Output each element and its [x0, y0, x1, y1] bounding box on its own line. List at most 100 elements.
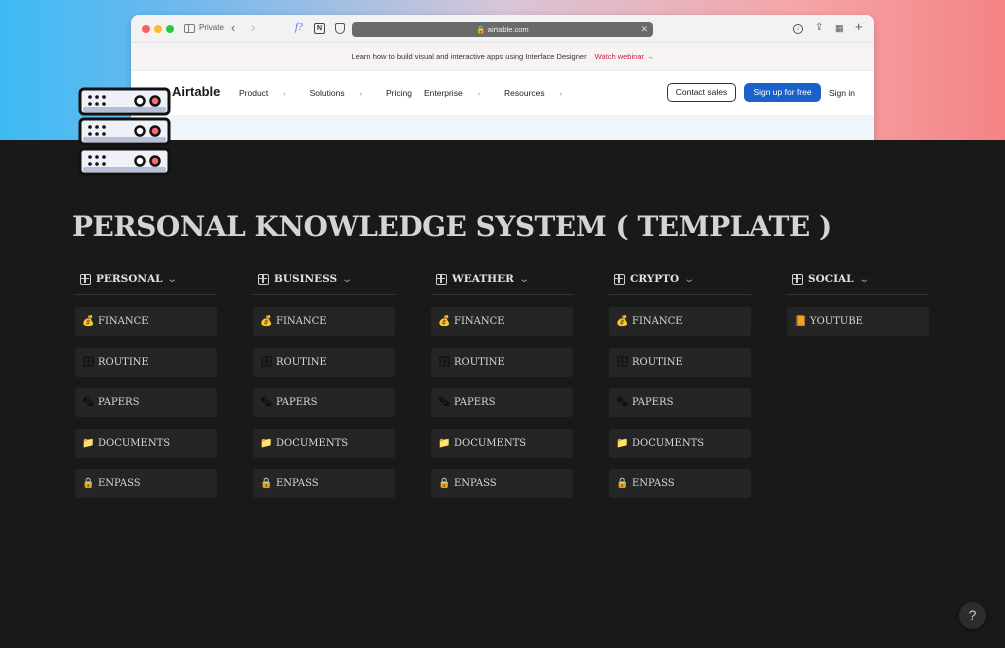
sign-in-link: Sign in — [829, 88, 855, 98]
card-label: FINANCE — [98, 316, 149, 327]
card-label: ROUTINE — [632, 356, 683, 368]
lock-icon: 🔒 — [82, 478, 95, 489]
database-view-header[interactable]: CRYPTO ⌄ — [609, 264, 751, 295]
card-label: ROUTINE — [454, 356, 505, 368]
extension-notion-icon: N — [314, 23, 325, 34]
banner-link: Watch webinar → — [594, 52, 654, 61]
airtable-logo: Airtable — [172, 84, 221, 99]
gallery-card[interactable]: 📁 DOCUMENTS — [431, 428, 573, 458]
minimize-window-dot — [154, 25, 162, 33]
database-title: BUSINESS — [274, 273, 338, 285]
card-label: ROUTINE — [98, 356, 149, 368]
database-column-business: BUSINESS ⌄ 💰 FINANCE 🗄 ROUTINE 🗞 PAPERS 📁 DOCUMEN… — [253, 264, 395, 510]
card-label: PAPERS — [632, 397, 674, 408]
file-cabinet-icon: 🗄 — [616, 356, 629, 368]
money-bag-icon: 💰 — [260, 316, 273, 327]
gallery-card[interactable]: 📁 DOCUMENTS — [253, 428, 395, 458]
gallery-card[interactable]: 🗄 ROUTINE — [253, 347, 395, 377]
gallery-card[interactable]: 🔒 ENPASS — [75, 469, 217, 498]
money-bag-icon: 💰 — [82, 316, 95, 327]
money-bag-icon: 💰 — [438, 316, 451, 327]
gallery-card[interactable]: 💰 FINANCE — [431, 307, 573, 336]
gallery-card[interactable]: 🗞 PAPERS — [75, 388, 217, 417]
card-label: DOCUMENTS — [98, 437, 171, 449]
table-view-icon — [80, 273, 91, 285]
gallery-card[interactable]: 💰 FINANCE — [253, 307, 395, 336]
database-column-social: SOCIAL ⌄ 📙 YOUTUBE — [787, 264, 929, 348]
gallery-card[interactable]: 📁 DOCUMENTS — [609, 428, 751, 458]
lock-icon: 🔒 — [476, 25, 486, 34]
newspaper-icon: 🗞 — [82, 397, 95, 408]
database-title: PERSONAL — [96, 273, 163, 285]
browser-titlebar: Private ‹ › f? N 🔒 airtable.com ✕ ↓ ⇪ ▦ … — [131, 15, 874, 43]
database-view-header[interactable]: SOCIAL ⌄ — [787, 264, 929, 295]
newspaper-icon: 🗞 — [438, 397, 451, 408]
download-icon: ↓ — [793, 24, 803, 34]
database-title: SOCIAL — [808, 273, 854, 285]
gallery-card[interactable]: 💰 FINANCE — [609, 307, 751, 336]
gallery-card[interactable]: 🔒 ENPASS — [253, 469, 395, 498]
gallery-card[interactable]: 🗞 PAPERS — [431, 388, 573, 417]
card-label: DOCUMENTS — [632, 437, 705, 449]
promo-banner: Learn how to build visual and interactiv… — [131, 43, 874, 71]
forward-arrow-icon: › — [251, 20, 256, 35]
folder-icon: 📁 — [82, 437, 95, 449]
hero-strip — [131, 115, 874, 140]
table-view-icon — [436, 273, 447, 285]
database-column-crypto: CRYPTO ⌄ 💰 FINANCE 🗄 ROUTINE 🗞 PAPERS 📁 DOCUMENTS… — [609, 264, 751, 510]
database-title: WEATHER — [452, 273, 514, 285]
gallery-card[interactable]: 🔒 ENPASS — [609, 469, 751, 498]
banner-text: Learn how to build visual and interactiv… — [351, 52, 587, 61]
tab-overview-icon: ▦ — [835, 23, 844, 33]
card-label: ROUTINE — [276, 356, 327, 368]
chevron-down-icon[interactable]: ⌄ — [518, 274, 530, 285]
chevron-down-icon[interactable]: ⌄ — [858, 274, 870, 285]
table-view-icon — [258, 273, 269, 285]
chevron-down-icon[interactable]: ⌄ — [683, 274, 695, 285]
menu-item-pricing: Pricing — [385, 88, 412, 98]
site-menu: Product › Solutions › Pricing Enterprise › … — [239, 88, 586, 98]
card-label: ENPASS — [276, 478, 319, 489]
gallery-card[interactable]: 📙 YOUTUBE — [787, 307, 929, 336]
gallery-card[interactable]: 🗄 ROUTINE — [75, 347, 217, 377]
database-view-header[interactable]: BUSINESS ⌄ — [253, 264, 395, 295]
database-view-header[interactable]: PERSONAL ⌄ — [75, 264, 217, 295]
card-label: PAPERS — [98, 397, 140, 408]
menu-item-product: Product › — [239, 88, 286, 98]
database-view-header[interactable]: WEATHER ⌄ — [431, 264, 573, 295]
sidebar-icon — [184, 24, 195, 33]
sign-up-button: Sign up for free — [744, 83, 821, 102]
site-navbar: Airtable Product › Solutions › Pricing Ent… — [131, 71, 874, 115]
help-button[interactable]: ? — [959, 602, 986, 629]
card-label: DOCUMENTS — [276, 437, 349, 449]
extension-function-icon: f? — [295, 22, 303, 33]
card-label: ENPASS — [454, 478, 497, 489]
back-arrow-icon: ‹ — [231, 20, 236, 35]
gallery-card[interactable]: 🗄 ROUTINE — [609, 347, 751, 377]
menu-item-solutions: Solutions › — [309, 88, 362, 98]
card-label: ENPASS — [98, 478, 141, 489]
gallery-card[interactable]: 🗞 PAPERS — [253, 388, 395, 417]
gallery-card[interactable]: 🗞 PAPERS — [609, 388, 751, 417]
card-label: PAPERS — [276, 397, 318, 408]
page-title[interactable]: PERSONAL KNOWLEDGE SYSTEM ( TEMPLATE ) — [72, 210, 832, 243]
lock-icon: 🔒 — [616, 478, 629, 489]
table-view-icon — [614, 273, 625, 285]
chevron-down-icon[interactable]: ⌄ — [341, 274, 353, 285]
gallery-card[interactable]: 🔒 ENPASS — [431, 469, 573, 498]
card-label: ENPASS — [632, 478, 675, 489]
server-rack-icon[interactable] — [78, 86, 172, 178]
private-label: Private — [199, 23, 224, 32]
gallery-card[interactable]: 📁 DOCUMENTS — [75, 428, 217, 458]
chevron-down-icon[interactable]: ⌄ — [167, 274, 179, 285]
contact-sales-button: Contact sales — [667, 83, 736, 102]
gallery-card[interactable]: 🗄 ROUTINE — [431, 347, 573, 377]
card-label: FINANCE — [632, 316, 683, 327]
zoom-window-dot — [166, 25, 174, 33]
database-title: CRYPTO — [630, 273, 680, 285]
extension-shield-icon — [335, 23, 345, 34]
file-cabinet-icon: 🗄 — [260, 356, 273, 368]
gallery-card[interactable]: 💰 FINANCE — [75, 307, 217, 336]
card-label: FINANCE — [454, 316, 505, 327]
newspaper-icon: 🗞 — [260, 397, 273, 408]
